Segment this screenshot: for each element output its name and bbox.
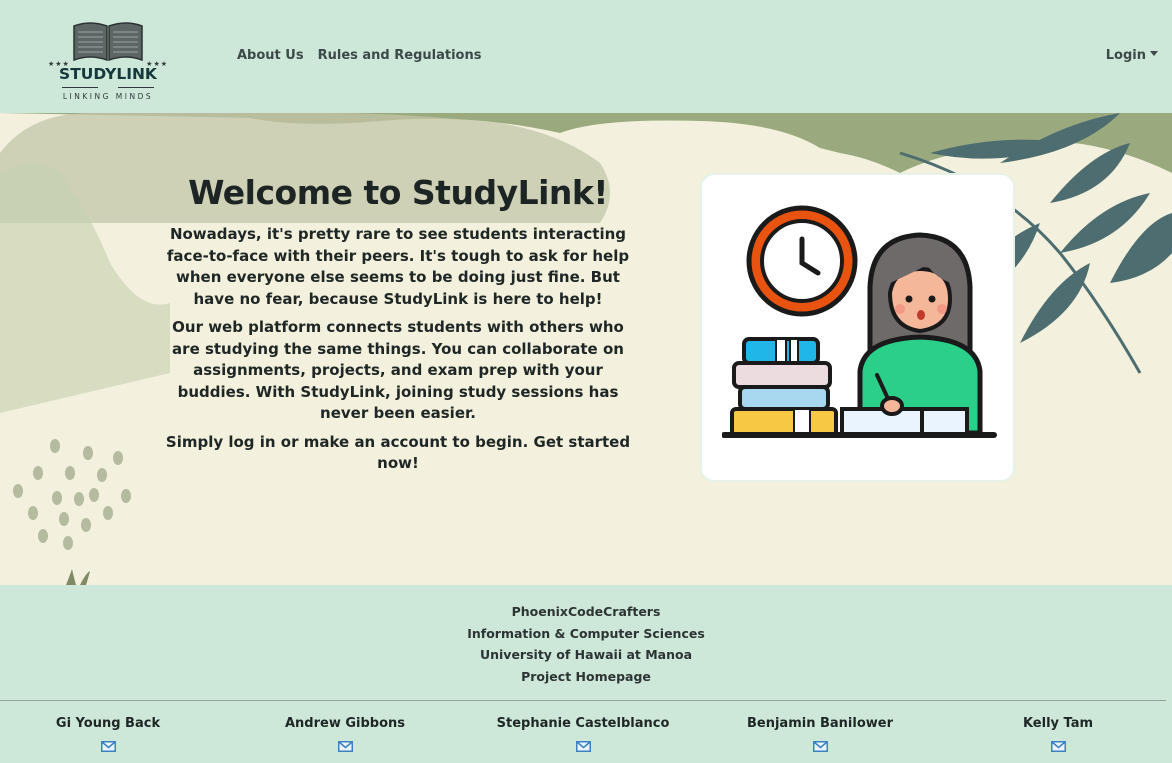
hero-paragraph-cta: Simply log in or make an account to begi… [165,432,631,473]
caret-down-icon [1150,51,1158,56]
navbar: ★★★ ★★★ STUDYLINK LINKING MINDS About Us… [0,0,1172,113]
footer-info: PhoenixCodeCrafters Information & Comput… [0,601,1172,687]
studylink-logo[interactable]: ★★★ ★★★ STUDYLINK LINKING MINDS [48,20,168,104]
team-member-name: Andrew Gibbons [284,716,406,731]
nav-link-about-us[interactable]: About Us [237,48,304,63]
open-book-icon [73,22,143,62]
logo-divider-right [118,87,154,88]
footer-university: University of Hawaii at Manoa [479,647,693,662]
mail-icon[interactable] [575,737,591,756]
hero-section: Welcome to StudyLink! Nowadays, it's pre… [0,113,1172,585]
login-label: Login [1105,48,1146,63]
student-studying-illustration [722,205,997,438]
team-member: Andrew Gibbons [245,716,445,756]
team-member: Benjamin Banilower [720,716,920,756]
hero-title: Welcome to StudyLink! [188,173,608,212]
logo-tagline: LINKING MINDS [62,92,154,101]
nav-links: About Us Rules and Regulations [237,48,481,63]
footer-department: Information & Computer Sciences [467,625,705,641]
footer-team-name: PhoenixCodeCrafters [511,604,661,619]
team-member-name: Benjamin Banilower [746,716,893,731]
footer-divider [0,700,1166,701]
footer: PhoenixCodeCrafters Information & Comput… [0,585,1172,763]
team-member-name: Gi Young Back [55,716,161,731]
login-dropdown[interactable]: Login [1106,48,1158,63]
team-member-name: Kelly Tam [1022,716,1094,731]
team-member: Stephanie Castelblanco [483,716,683,756]
logo-name: STUDYLINK [59,65,157,83]
team-member: Kelly Tam [958,716,1158,756]
team-member: Gi Young Back [8,716,208,756]
mail-icon[interactable] [812,737,828,756]
hero-paragraph-intro: Nowadays, it's pretty rare to see studen… [166,225,630,308]
mail-icon[interactable] [1050,737,1066,756]
mail-icon[interactable] [337,737,353,756]
illustration-card [700,173,1015,482]
logo-divider-left [62,87,98,88]
hero-paragraph-platform: Our web platform connects students with … [172,318,624,422]
footer-project-homepage-link[interactable]: Project Homepage [0,666,1172,688]
hero-text: Welcome to StudyLink! Nowadays, it's pre… [163,173,633,482]
mail-icon[interactable] [100,737,116,756]
nav-link-rules[interactable]: Rules and Regulations [318,48,482,63]
team-member-name: Stephanie Castelblanco [496,716,670,731]
